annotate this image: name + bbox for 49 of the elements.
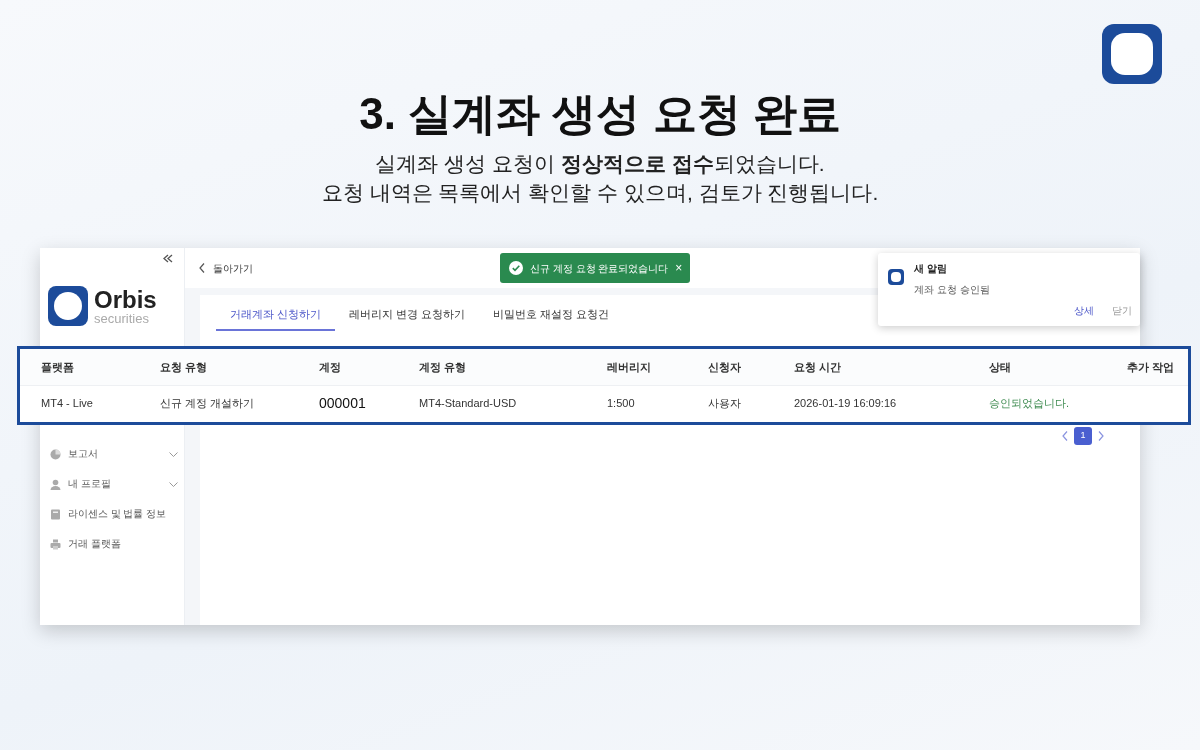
close-button[interactable]: × (675, 262, 683, 274)
book-icon (50, 508, 61, 520)
tab[interactable]: 비밀번호 재설정 요청건 (479, 305, 624, 331)
pie-chart-icon (50, 448, 61, 460)
column-header: 계정 (319, 360, 341, 373)
back-button[interactable]: 돌아가기 (199, 260, 253, 276)
table-cell: 신규 계정 개설하기 (160, 397, 255, 409)
chevron-icon (169, 451, 178, 457)
column-header: 상태 (989, 360, 1011, 373)
logo-subtitle: securities (94, 311, 150, 325)
column-header: 요청 시간 (794, 360, 842, 373)
app-icon (888, 269, 904, 285)
table-cell: MT4-Standard-USD (419, 397, 517, 409)
table-cell: 1:500 (607, 397, 635, 409)
check-icon (509, 261, 523, 275)
chevron-icon (169, 481, 178, 487)
column-header: 추가 작업 (1126, 360, 1174, 373)
column-header: 신청자 (708, 360, 741, 373)
notification-title: 새 알림 (914, 262, 947, 276)
table-cell: 승인되었습니다. (989, 397, 1070, 409)
previous-icon[interactable] (1062, 431, 1068, 441)
tab[interactable]: 레버리지 변경 요청하기 (335, 305, 480, 331)
next-icon[interactable] (1098, 431, 1104, 441)
printer-icon (50, 538, 61, 550)
table-cell: MT4 - Live (41, 397, 93, 409)
slide-title: 3. 실계좌 생성 요청 완료 (358, 88, 842, 140)
sidebar-item[interactable]: 내 프로필 (50, 475, 178, 493)
logo-icon (48, 286, 88, 326)
notification-message: 계좌 요청 승인됨 (914, 283, 990, 297)
subtitle-text: 실계좌 생성 요청이 정상적으로 접수되었습니다. (374, 150, 826, 177)
page-button[interactable]: 1 (1074, 427, 1092, 445)
column-header: 요청 유형 (160, 360, 208, 373)
person-icon (50, 478, 61, 490)
notification-action[interactable]: 상세 (1074, 303, 1094, 318)
collapse-icon[interactable] (163, 254, 173, 263)
back-icon (199, 263, 205, 273)
toast-message: 신규 계정 요청 완료되었습니다 (530, 261, 669, 276)
sidebar-item[interactable]: 라이센스 및 법률 정보 (50, 505, 178, 523)
subtitle-text: 요청 내역은 목록에서 확인할 수 있으며, 검토가 진행됩니다. (320, 180, 880, 207)
sidebar-item[interactable]: 거래 플랫폼 (50, 535, 178, 553)
table-cell: 사용자 (708, 397, 741, 409)
column-header: 플랫폼 (41, 360, 74, 373)
column-header: 계정 유형 (419, 360, 467, 373)
sidebar-item[interactable]: 보고서 (50, 445, 178, 463)
column-header: 레버리지 (607, 360, 651, 373)
logo-name: Orbis (94, 287, 157, 312)
table-cell: 000001 (319, 394, 366, 411)
brand-logo-icon (1102, 24, 1162, 84)
table-cell: 2026-01-19 16:09:16 (794, 397, 897, 409)
